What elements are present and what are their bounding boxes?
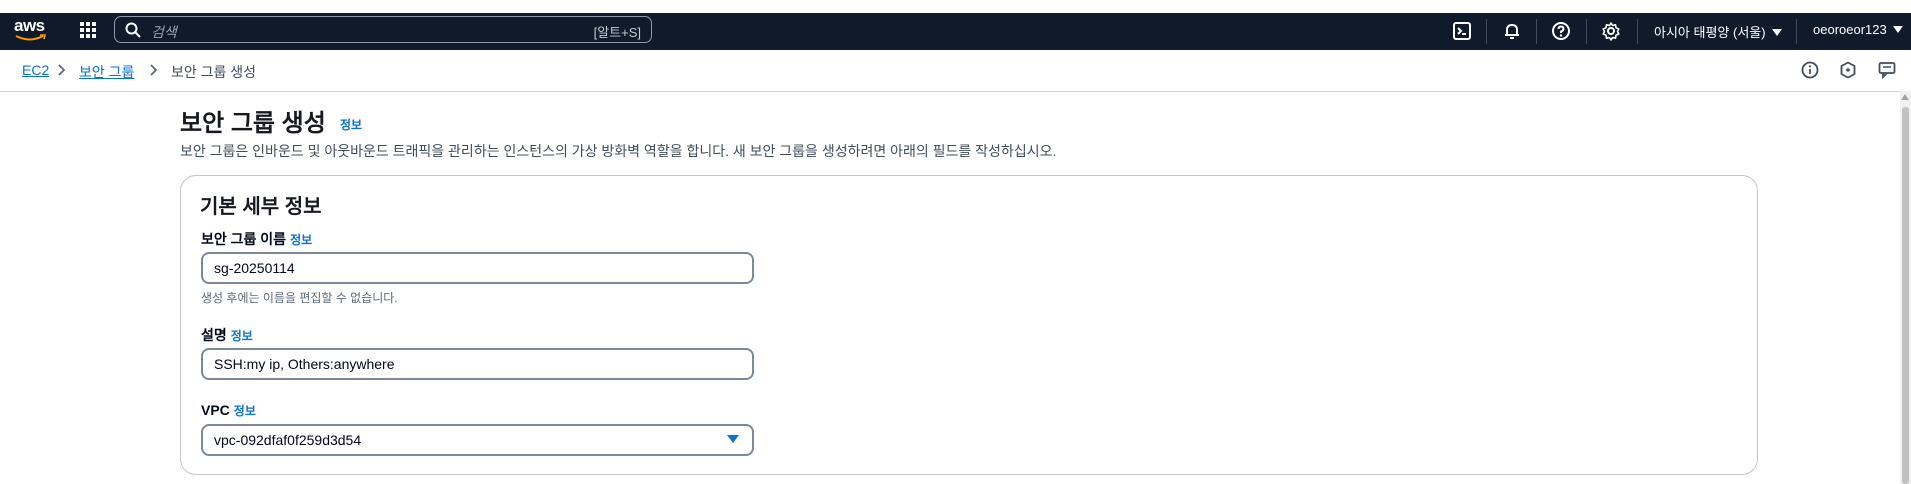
- topbar-divider: [1586, 19, 1587, 44]
- caret-down-icon: [1892, 26, 1903, 33]
- chevron-right-icon: [58, 64, 66, 76]
- chevron-right-icon: [150, 64, 158, 76]
- caret-down-icon[interactable]: [727, 435, 739, 443]
- page-description: 보안 그룹은 인바운드 및 아웃바운드 트래픽을 관리하는 인스턴스의 가상 방…: [180, 143, 1057, 159]
- description-input[interactable]: SSH:my ip, Others:anywhere: [201, 348, 754, 380]
- vpc-select[interactable]: vpc-092dfaf0f259d3d54: [201, 424, 754, 456]
- description-label: 설명 정보: [201, 327, 253, 343]
- page-title: 보안 그룹 생성: [180, 110, 326, 137]
- vpc-info-link[interactable]: 정보: [234, 404, 256, 418]
- basic-details-title: 기본 세부 정보: [200, 196, 322, 218]
- security-group-name-input[interactable]: sg-20250114: [201, 252, 754, 284]
- topbar-divider: [1536, 19, 1537, 44]
- scroll-up-arrow-icon[interactable]: [1901, 94, 1909, 100]
- page-info-link[interactable]: 정보: [340, 116, 362, 133]
- caret-down-icon: [1771, 29, 1782, 36]
- breadcrumb-current: 보안 그룹 생성: [171, 64, 257, 80]
- account-menu[interactable]: oeoroeor123: [1813, 22, 1903, 37]
- tutorial-icon[interactable]: [1839, 61, 1857, 79]
- aws-top-navigation: aws 검색 [알트+S] 아시아 태평양 (서울) oeoroeor123: [0, 13, 1911, 50]
- aws-smile-icon: [15, 34, 47, 41]
- region-selector[interactable]: 아시아 태평양 (서울): [1654, 22, 1782, 41]
- topbar-divider: [1796, 19, 1797, 44]
- name-info-link[interactable]: 정보: [290, 233, 312, 247]
- breadcrumb-ec2[interactable]: EC2: [22, 62, 49, 78]
- security-group-name-hint: 생성 후에는 이름을 편집할 수 없습니다.: [201, 291, 398, 305]
- breadcrumb-security-groups[interactable]: 보안 그룹: [79, 62, 134, 82]
- help-icon[interactable]: [1551, 21, 1571, 41]
- aws-logo[interactable]: aws: [14, 17, 48, 45]
- search-placeholder: 검색: [151, 24, 177, 40]
- window-top-strip: [0, 0, 1911, 13]
- cloudshell-icon[interactable]: [1452, 21, 1472, 41]
- feedback-icon[interactable]: [1878, 61, 1896, 79]
- gear-icon[interactable]: [1601, 21, 1621, 41]
- services-grid-icon[interactable]: [79, 21, 97, 39]
- bell-icon[interactable]: [1502, 21, 1522, 41]
- info-icon[interactable]: [1801, 61, 1819, 79]
- search-input[interactable]: 검색 [알트+S]: [114, 16, 652, 43]
- topbar-divider: [1486, 19, 1487, 44]
- security-group-name-label: 보안 그룹 이름 정보: [201, 231, 313, 247]
- search-icon: [125, 22, 141, 38]
- breadcrumb: EC2 보안 그룹 보안 그룹 생성: [0, 50, 1911, 92]
- search-shortcut: [알트+S]: [593, 25, 641, 40]
- description-info-link[interactable]: 정보: [231, 329, 253, 343]
- vpc-label: VPC 정보: [201, 402, 256, 418]
- scrollbar-thumb[interactable]: [1902, 107, 1909, 484]
- topbar-divider: [1637, 19, 1638, 44]
